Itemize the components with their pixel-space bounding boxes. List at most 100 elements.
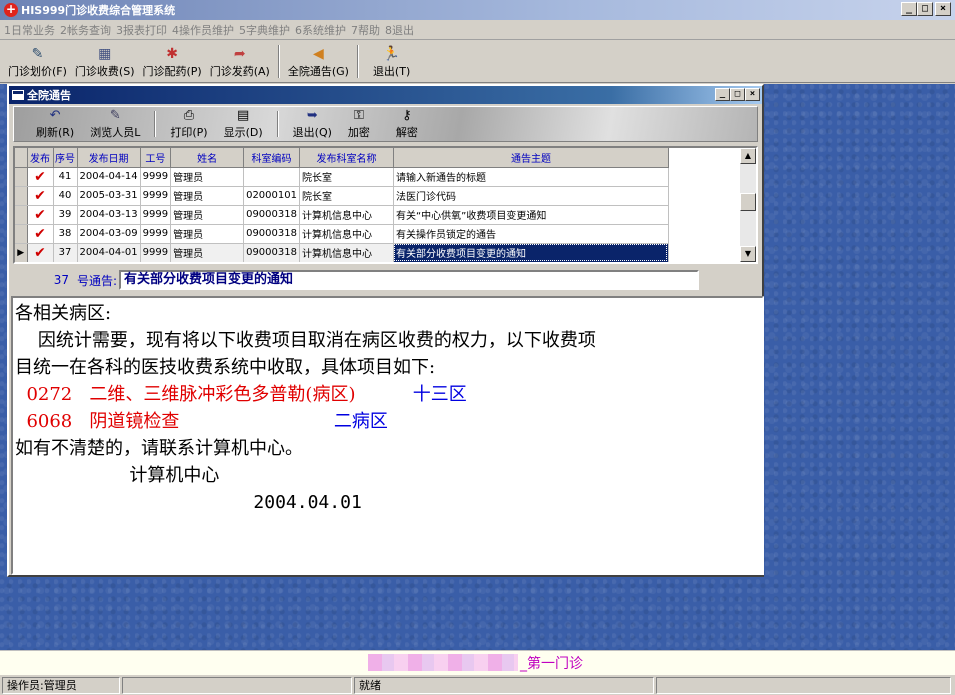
cell-subject: 请输入新通告的标题: [393, 167, 669, 187]
encrypt-button[interactable]: ⚿ 加密: [340, 107, 378, 141]
menu-daily[interactable]: 1日常业务: [4, 22, 60, 38]
cell-name: 管理员: [170, 186, 245, 206]
content-contact: 如有不清楚的，请联系计算机中心。: [15, 438, 303, 459]
scroll-down-icon[interactable]: ▼: [740, 246, 756, 262]
status-panel-4: [656, 676, 951, 694]
table-row[interactable]: ✔ 41 2004-04-14 9999 管理员 院长室 请输入新通告的标题: [15, 167, 669, 187]
cash-register-icon: ▦: [98, 45, 112, 62]
cell-dept-name: 院长室: [299, 167, 394, 187]
header-publish[interactable]: 发布: [27, 148, 54, 168]
announcement-table: 发布 序号 发布日期 工号 姓名 科室编码 发布科室名称 通告主题 ✔ 41 2…: [15, 148, 669, 262]
header-subject[interactable]: 通告主题: [393, 148, 669, 168]
main-toolbar: ✎ 门诊划价(F) ▦ 门诊收费(S) ✱ 门诊配药(P) ➦ 门诊发药(A) …: [0, 41, 955, 83]
exit-window-button[interactable]: ➥ 退出(Q): [285, 107, 340, 141]
child-maximize-button[interactable]: □: [730, 88, 745, 101]
scroll-up-icon[interactable]: ▲: [740, 148, 756, 164]
published-check-icon[interactable]: ✔: [27, 186, 54, 206]
content-paragraph-2: 目统一在各科的医技收费系统中收取，具体项目如下:: [15, 357, 436, 378]
cell-dept-name: 计算机信息中心: [299, 224, 394, 244]
cell-emp-no: 9999: [140, 186, 172, 206]
menu-dictionary[interactable]: 5字典维护: [239, 22, 295, 38]
refresh-icon: ↶: [49, 108, 61, 123]
browse-users-button[interactable]: ✎ 浏览人员L: [82, 107, 148, 141]
published-check-icon[interactable]: ✔: [27, 205, 54, 225]
calculator-icon: ✎: [31, 45, 44, 62]
display-button[interactable]: ▤ 显示(D): [216, 107, 271, 141]
exit-icon: 🏃: [382, 45, 401, 62]
published-check-icon[interactable]: ✔: [27, 167, 54, 187]
cell-subject: 有关操作员锁定的通告: [393, 224, 669, 244]
cell-name: 管理员: [170, 243, 245, 262]
cell-seq: 39: [53, 205, 78, 225]
hospital-name-redacted: [368, 654, 518, 671]
menu-help[interactable]: 7帮助: [351, 22, 385, 38]
menu-exit[interactable]: 8退出: [385, 22, 419, 38]
content-date: 2004.04.01: [15, 492, 362, 513]
notice-content-editor[interactable]: 各相关病区: 因统计需要，现有将以下收费项目取消在病区收费的权力，以下收费项 目…: [11, 296, 764, 575]
cell-emp-no: 9999: [140, 224, 172, 244]
announcement-toolbar: ↶ 刷新(R) ✎ 浏览人员L ⎙ 打印(P) ▤ 显示(D) ➥ 退出(Q) …: [13, 106, 758, 142]
table-row-selected[interactable]: ▶ ✔ 37 2004-04-01 9999 管理员 09000318 计算机信…: [15, 243, 669, 262]
row-indicator: [15, 186, 28, 206]
medicine-prep-button[interactable]: ✱ 门诊配药(P): [139, 41, 206, 82]
exit-button[interactable]: 🏃 退出(T): [363, 41, 420, 82]
cell-date: 2005-03-31: [77, 186, 141, 206]
cell-emp-no: 9999: [140, 243, 172, 262]
dispense-button[interactable]: ➦ 门诊发药(A): [206, 41, 274, 82]
announcement-window-title: 全院通告: [27, 89, 71, 102]
app-title-bar: + HIS999门诊收费综合管理系统 _ □ ×: [0, 0, 955, 20]
cell-dept-code: 09000318: [243, 243, 300, 262]
cell-name: 管理员: [170, 167, 245, 187]
table-row[interactable]: ✔ 38 2004-03-09 9999 管理员 09000318 计算机信息中…: [15, 224, 669, 244]
cell-seq: 40: [53, 186, 78, 206]
status-bar: 操作员:管理员 就绪: [0, 675, 955, 695]
status-panel-2: [122, 676, 352, 694]
notice-title-field[interactable]: 有关部分收费项目变更的通知: [119, 270, 700, 290]
row-indicator: [15, 205, 28, 225]
child-close-button[interactable]: ×: [745, 88, 760, 101]
cell-subject[interactable]: 有关部分收费项目变更的通知: [393, 243, 669, 262]
cell-name: 管理员: [170, 224, 245, 244]
cell-date: 2004-03-13: [77, 205, 141, 225]
menu-bar: 1日常业务 2帐务查询 3报表打印 4操作员维护 5字典维护 6系统维护 7帮助…: [0, 20, 955, 40]
refresh-button[interactable]: ↶ 刷新(R): [28, 107, 82, 141]
item-ward: 十三区: [355, 384, 467, 405]
notice-number: 37: [53, 273, 69, 287]
header-seq[interactable]: 序号: [53, 148, 78, 168]
header-name[interactable]: 姓名: [170, 148, 245, 168]
pricing-button[interactable]: ✎ 门诊划价(F): [4, 41, 71, 82]
announcement-button[interactable]: ◀ 全院通告(G): [284, 41, 353, 82]
menu-operators[interactable]: 4操作员维护: [172, 22, 239, 38]
close-button[interactable]: ×: [935, 2, 951, 16]
print-button[interactable]: ⎙ 打印(P): [162, 107, 215, 141]
header-dept-name[interactable]: 发布科室名称: [299, 148, 394, 168]
table-row[interactable]: ✔ 39 2004-03-13 9999 管理员 09000318 计算机信息中…: [15, 205, 669, 225]
menu-system[interactable]: 6系统维护: [295, 22, 351, 38]
menu-accounts[interactable]: 2帐务查询: [60, 22, 116, 38]
notice-label: 号通告:: [77, 273, 118, 288]
cell-dept-code: [243, 167, 300, 187]
item-name: 二维、三维脉冲彩色多普勒(病区): [72, 384, 356, 405]
minimize-button[interactable]: _: [901, 2, 917, 16]
notice-title-row: 37 号通告: 有关部分收费项目变更的通知: [13, 267, 758, 293]
cell-dept-code: 02000101: [243, 186, 300, 206]
table-row[interactable]: ✔ 40 2005-03-31 9999 管理员 02000101 院长室 法医…: [15, 186, 669, 206]
announcement-grid[interactable]: 发布 序号 发布日期 工号 姓名 科室编码 发布科室名称 通告主题 ✔ 41 2…: [13, 146, 758, 264]
content-item-2: 6068 阴道镜检查 二病区: [15, 408, 760, 435]
row-indicator: [15, 167, 28, 187]
published-check-icon[interactable]: ✔: [27, 224, 54, 244]
header-dept-code[interactable]: 科室编码: [243, 148, 300, 168]
announcement-window: 全院通告 _ □ × ↶ 刷新(R) ✎ 浏览人员L ⎙ 打印(P) ▤ 显示(…: [7, 84, 764, 577]
current-row-arrow-icon: ▶: [15, 243, 28, 262]
decrypt-button[interactable]: ⚷ 解密: [388, 107, 426, 141]
header-emp-no[interactable]: 工号: [140, 148, 172, 168]
cell-seq: 37: [53, 243, 78, 262]
menu-reports[interactable]: 3报表打印: [116, 22, 172, 38]
published-check-icon[interactable]: ✔: [27, 243, 54, 262]
header-date[interactable]: 发布日期: [77, 148, 141, 168]
scroll-thumb[interactable]: [740, 193, 756, 211]
child-minimize-button[interactable]: _: [715, 88, 730, 101]
charging-button[interactable]: ▦ 门诊收费(S): [71, 41, 139, 82]
grid-scrollbar[interactable]: ▲ ▼: [740, 148, 756, 262]
maximize-button[interactable]: □: [917, 2, 933, 16]
